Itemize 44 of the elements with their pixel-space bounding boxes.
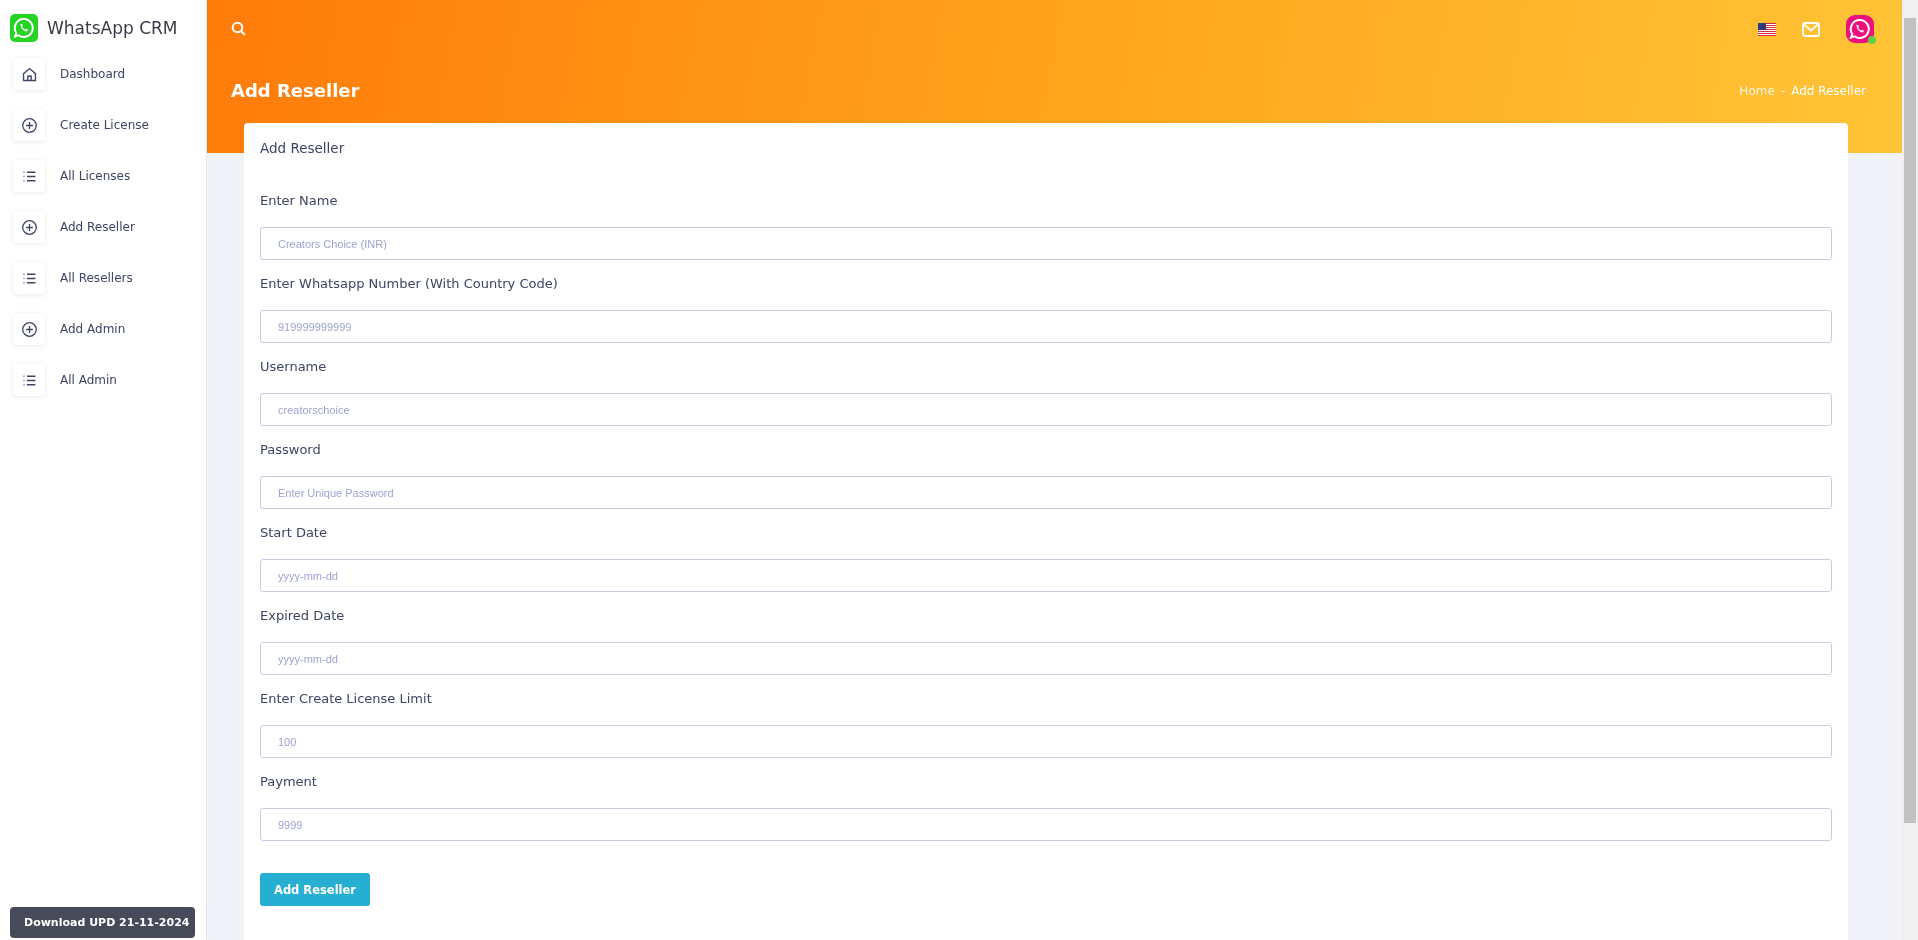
plus-circle-icon xyxy=(20,116,38,134)
field-label: Enter Whatsapp Number (With Country Code) xyxy=(260,276,559,293)
plus-circle-icon xyxy=(20,320,38,338)
chat-logo-icon xyxy=(10,14,38,42)
home-icon xyxy=(20,65,38,83)
nav-link[interactable]: Add Reseller xyxy=(60,220,135,234)
nav-link[interactable]: All Admin xyxy=(60,373,117,387)
field-label: Payment xyxy=(260,774,318,791)
field-label: Enter Name xyxy=(260,193,339,210)
input-field[interactable]: yyyy-mm-dd xyxy=(260,559,1832,592)
input-field[interactable]: Enter Unique Password xyxy=(260,476,1832,509)
input-field[interactable]: creatorschoice xyxy=(260,393,1832,426)
field-label: Password xyxy=(260,442,322,459)
nav-link[interactable]: Create License xyxy=(60,118,149,132)
flag-icon[interactable] xyxy=(1758,22,1776,36)
input-field[interactable]: yyyy-mm-dd xyxy=(260,642,1832,675)
page-title: Add Reseller xyxy=(231,80,360,101)
input-field[interactable]: 9999 xyxy=(260,808,1832,841)
input-field[interactable]: 919999999999 xyxy=(260,310,1832,343)
nav-icon-tile[interactable] xyxy=(13,211,45,243)
nav-link[interactable]: Dashboard xyxy=(60,67,126,81)
nav-icon-tile[interactable] xyxy=(13,58,45,90)
nav-link[interactable]: All Licenses xyxy=(60,169,131,183)
nav-link[interactable]: Add Admin xyxy=(60,322,126,336)
nav-icon-tile[interactable] xyxy=(13,262,45,294)
field-label: Expired Date xyxy=(260,608,346,625)
breadcrumb-separator: - xyxy=(1780,83,1786,98)
field-label: Username xyxy=(260,359,328,376)
field-label: Start Date xyxy=(260,525,328,542)
download-button[interactable]: Download UPD 21-11-2024 xyxy=(10,907,196,938)
nav-icon-tile[interactable] xyxy=(13,160,45,192)
card-title: Add Reseller xyxy=(260,140,346,156)
profile-avatar[interactable] xyxy=(1846,15,1874,43)
field-label: Enter Create License Limit xyxy=(260,691,433,708)
nav-link[interactable]: All Resellers xyxy=(60,271,133,285)
input-field[interactable]: Creators Choice (INR) xyxy=(260,227,1832,260)
app-name: WhatsApp CRM xyxy=(47,18,178,38)
scrollbar[interactable] xyxy=(1902,0,1918,940)
nav-icon-tile[interactable] xyxy=(13,364,45,396)
nav-icon-tile[interactable] xyxy=(13,109,45,141)
input-field[interactable]: 100 xyxy=(260,725,1832,758)
plus-circle-icon xyxy=(20,218,38,236)
search-icon[interactable] xyxy=(231,21,247,37)
nav-icon-tile[interactable] xyxy=(13,313,45,345)
